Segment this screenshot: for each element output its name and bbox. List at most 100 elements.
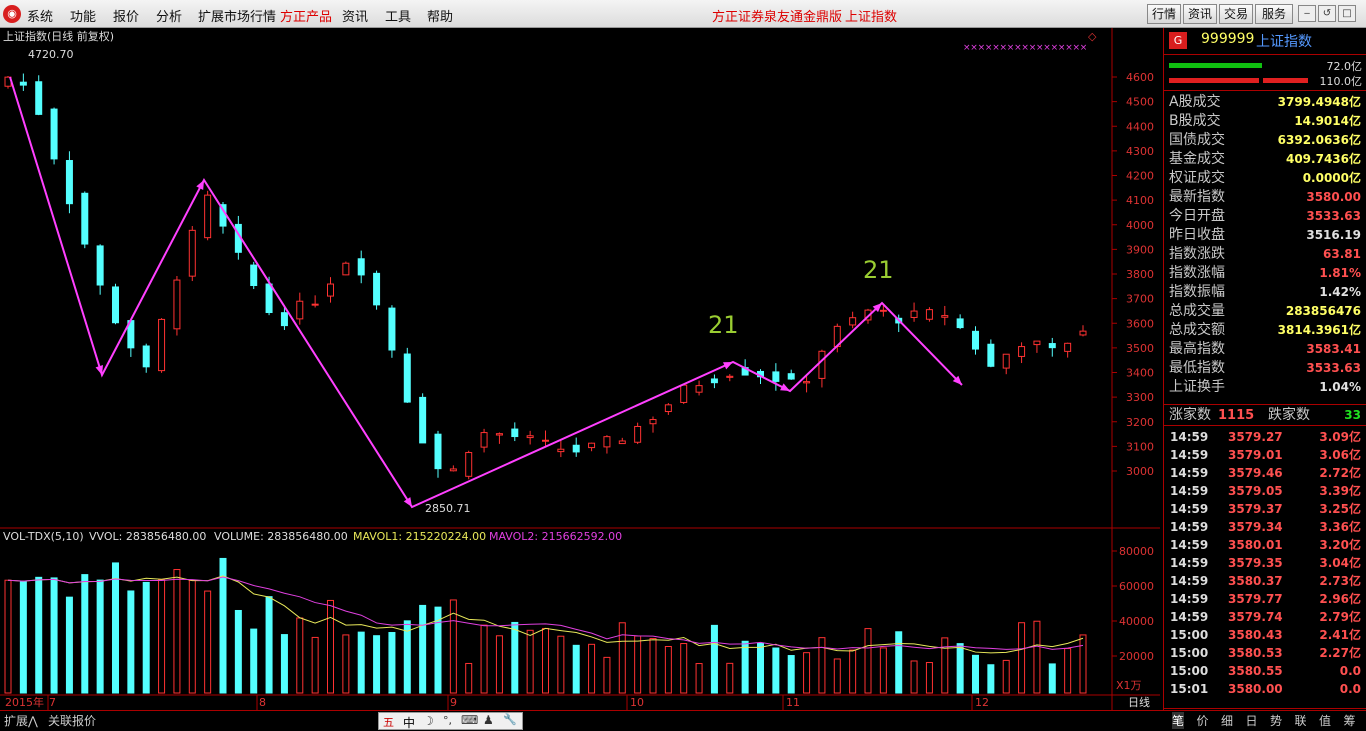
sidebar-tab[interactable]: 势	[1270, 712, 1282, 729]
stat-row: 总成交额 3814.3961亿	[1166, 321, 1364, 340]
price-tick-label: 3200	[1126, 416, 1154, 429]
volume-bar	[664, 646, 672, 694]
candle-body	[357, 258, 365, 276]
x-mark: ×	[1080, 43, 1088, 53]
trade-tab-button[interactable]: 交易	[1219, 4, 1253, 24]
tick-row: 15:01 3580.00 0.0	[1166, 680, 1364, 698]
volume-bar	[265, 596, 273, 694]
volume-bar	[864, 628, 872, 694]
volume-tick-label: 80000	[1119, 545, 1154, 558]
menu-tools[interactable]: 工具	[385, 6, 411, 25]
maximize-icon[interactable]: □	[1338, 5, 1356, 22]
menu-system[interactable]: 系统	[27, 6, 53, 25]
candle-body	[987, 343, 995, 367]
volume-bar	[511, 621, 519, 694]
volume-bar	[818, 637, 826, 694]
volume-bar	[803, 652, 811, 694]
price-tick-label: 4300	[1126, 145, 1154, 158]
sidebar-tab[interactable]: 日	[1246, 712, 1258, 729]
tick-price: 3579.35	[1228, 556, 1283, 570]
stat-label: 上证换手	[1169, 379, 1225, 395]
sidebar-tab[interactable]: 联	[1295, 712, 1307, 729]
volume-bar	[1048, 663, 1056, 694]
candle-body	[910, 310, 918, 318]
menu-ext-market[interactable]: 扩展市场行情	[198, 6, 276, 25]
sidebar-tab[interactable]: 值	[1319, 712, 1331, 729]
stat-label: 最低指数	[1169, 360, 1225, 376]
stat-value: 3533.63	[1306, 209, 1361, 223]
stat-label: 权证成交	[1169, 170, 1225, 186]
broker-ad[interactable]: 方正证券泉友通金鼎版	[712, 6, 842, 25]
info-tab-button[interactable]: 资讯	[1183, 4, 1217, 24]
up-volume-bar	[1169, 63, 1262, 68]
menu-help[interactable]: 帮助	[427, 6, 453, 25]
candle-body	[588, 442, 596, 449]
ime-toolbar: 五 中 ☽ °, ⌨ ♟ 🔧	[378, 712, 523, 730]
menu-function[interactable]: 功能	[70, 6, 96, 25]
wave-arrowhead	[403, 497, 412, 507]
stat-row: 指数振幅 1.42%	[1166, 283, 1364, 302]
stat-label: 最新指数	[1169, 189, 1225, 205]
candle-body	[296, 300, 304, 320]
volume-bar	[1018, 622, 1026, 694]
volume-bar	[1064, 648, 1072, 694]
stat-value: 63.81	[1323, 247, 1361, 261]
ime-user-icon[interactable]: ♟	[483, 713, 494, 727]
menu-founder-products[interactable]: 方正产品	[280, 6, 332, 25]
candle-body	[603, 436, 611, 448]
stat-label: 今日开盘	[1169, 208, 1225, 224]
chart-marker-icon[interactable]: ◇	[1088, 30, 1096, 43]
sidebar-tab[interactable]: 笔	[1172, 712, 1185, 729]
tick-price: 3579.37	[1228, 502, 1283, 516]
service-tab-button[interactable]: 服务	[1255, 4, 1293, 24]
sidebar-tab[interactable]: 细	[1221, 712, 1233, 729]
volume-bar	[280, 634, 288, 694]
price-tick-label: 3100	[1126, 440, 1154, 453]
up-count-label: 涨家数	[1169, 407, 1211, 423]
up-count-value: 1115	[1218, 408, 1255, 423]
candle-body	[710, 378, 718, 384]
tick-price: 3580.01	[1228, 538, 1283, 552]
stat-row: 最新指数 3580.00	[1166, 188, 1364, 207]
volume-bar	[649, 638, 657, 694]
volume-bar	[987, 664, 995, 694]
ime-keyboard-icon[interactable]: ⌨	[461, 713, 478, 727]
menu-quote[interactable]: 报价	[113, 6, 139, 25]
stat-label: B股成交	[1169, 113, 1221, 129]
price-tick-label: 4600	[1126, 71, 1154, 84]
candle-body	[480, 432, 488, 448]
volume-bar	[204, 590, 212, 694]
ime-chinese-toggle[interactable]: 中	[403, 714, 415, 731]
tick-price: 3580.55	[1228, 664, 1283, 678]
price-tick-label: 3700	[1126, 293, 1154, 306]
tick-time: 14:59	[1170, 520, 1209, 534]
tick-time: 14:59	[1170, 574, 1209, 588]
expand-button[interactable]: 扩展⋀	[4, 712, 38, 729]
candle-body	[680, 384, 688, 403]
stat-value: 283856476	[1285, 304, 1361, 318]
ime-halfwidth-icon[interactable]: ☽	[423, 714, 434, 728]
price-tick-label: 3000	[1126, 465, 1154, 478]
app-logo-icon[interactable]: ◉	[3, 5, 21, 23]
menu-info[interactable]: 资讯	[342, 6, 368, 25]
restore-icon[interactable]: ↺	[1318, 5, 1336, 22]
ime-settings-icon[interactable]: 🔧	[503, 713, 517, 726]
candle-body	[250, 264, 258, 287]
sidebar-tab[interactable]: 筹	[1344, 712, 1356, 729]
sidebar-tab[interactable]: 价	[1197, 712, 1209, 729]
quote-tab-button[interactable]: 行情	[1147, 4, 1181, 24]
volume-bar	[127, 590, 135, 694]
tick-time: 14:59	[1170, 556, 1209, 570]
ime-mode-icon[interactable]: 五	[383, 714, 394, 730]
stat-value: 6392.0636亿	[1277, 133, 1361, 147]
stat-label: 指数振幅	[1169, 284, 1225, 300]
candle-body	[19, 81, 27, 86]
related-quote-button[interactable]: 关联报价	[48, 712, 96, 729]
kline-chart[interactable]: 4600 4500 4400 4300 4200 4100 4000 3900 3800 3700…	[0, 28, 1160, 710]
ime-punct-icon[interactable]: °,	[443, 714, 452, 727]
period-label[interactable]: 日线	[1128, 696, 1150, 709]
stat-value: 3799.4948亿	[1277, 95, 1361, 109]
menu-analysis[interactable]: 分析	[156, 6, 182, 25]
tick-row: 14:59 3579.27 3.09亿	[1166, 428, 1364, 446]
minimize-icon[interactable]: ‒	[1298, 5, 1316, 22]
